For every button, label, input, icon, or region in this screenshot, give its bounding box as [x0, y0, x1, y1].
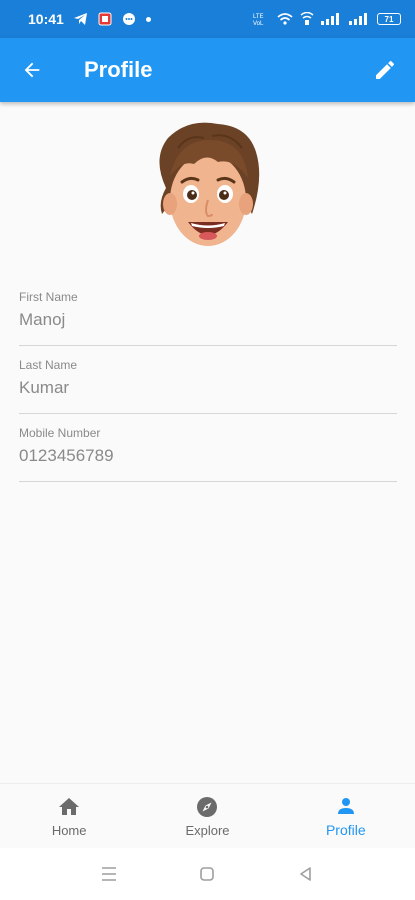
edit-pencil-icon [376, 60, 395, 79]
nav-label-profile: Profile [325, 822, 366, 838]
square-home-icon [200, 867, 215, 881]
compass-icon [197, 796, 218, 817]
status-time: 10:41 [28, 11, 64, 27]
nav-item-profile[interactable]: Profile [277, 784, 415, 848]
home-button[interactable] [187, 854, 227, 894]
nav-item-explore[interactable]: Explore [138, 784, 276, 848]
mobile-number-value: 0123456789 [19, 446, 114, 465]
app-bar: Profile [0, 38, 415, 102]
first-name-label: First Name [19, 290, 78, 304]
triangle-back-icon [300, 867, 311, 881]
recent-apps-button[interactable] [89, 854, 129, 894]
nav-label-home: Home [51, 822, 87, 838]
svg-text:LTE: LTE [253, 14, 264, 20]
back-button[interactable] [0, 38, 64, 102]
profile-avatar [148, 118, 268, 258]
signal-icon-1 [321, 13, 339, 25]
last-name-label: Last Name [19, 358, 78, 372]
last-name-value: Kumar [19, 378, 70, 397]
first-name-value: Manoj [19, 310, 66, 329]
home-icon [59, 797, 80, 815]
mobile-number-field: Mobile Number 0123456789 [19, 426, 397, 482]
hotspot-icon [300, 12, 314, 25]
signal-icon-2 [349, 13, 367, 25]
person-icon [337, 798, 354, 814]
system-back-button[interactable] [286, 854, 326, 894]
volte-icon: LTEVoL [253, 14, 264, 26]
more-notifications-dot [145, 16, 151, 22]
bottom-navigation: Home Explore Profile [0, 783, 415, 848]
app-notification-icon [98, 12, 112, 26]
mobile-number-label: Mobile Number [19, 426, 101, 440]
battery-icon: 71 [377, 13, 401, 25]
page-title: Profile [84, 57, 153, 82]
nav-label-explore: Explore [185, 822, 230, 838]
svg-text:VoL: VoL [253, 21, 264, 26]
status-bar: 10:41 LTE VoL 71 [0, 0, 415, 38]
wifi-icon [277, 13, 293, 25]
edit-button[interactable] [355, 38, 415, 102]
first-name-field: First Name Manoj [19, 290, 397, 346]
menu-lines-icon [102, 867, 117, 881]
nav-item-home[interactable]: Home [0, 784, 138, 848]
last-name-field: Last Name Kumar [19, 358, 397, 414]
messenger-icon [122, 13, 135, 25]
arrow-back-icon [24, 62, 40, 78]
battery-level: 71 [384, 14, 394, 24]
telegram-icon [73, 13, 87, 25]
system-navigation-bar [0, 848, 415, 900]
